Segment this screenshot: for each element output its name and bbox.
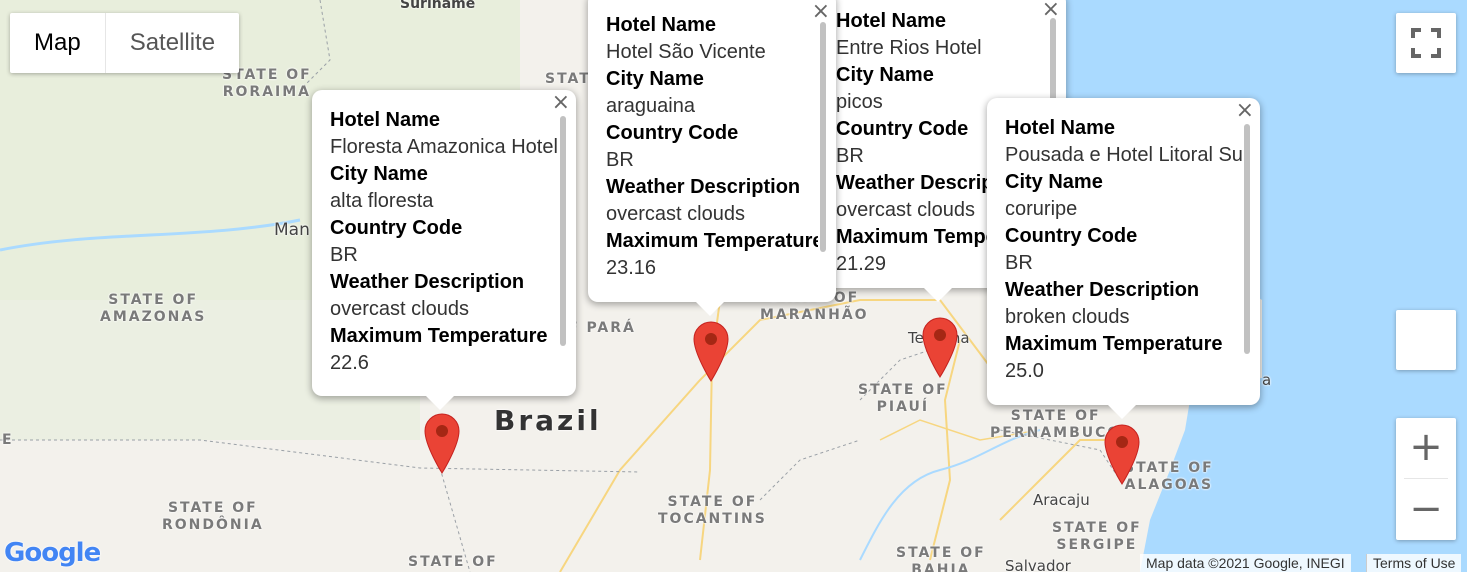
label-sergipe: STATE OF SERGIPE xyxy=(1052,520,1142,553)
field-label-country: Country Code xyxy=(330,217,463,239)
label-pernambuco: STATE OF PERNAMBUCO xyxy=(990,408,1122,441)
hotel-name: Floresta Amazonica Hotel xyxy=(330,136,558,158)
label-brazil: Brazil xyxy=(494,404,602,437)
info-window-scrollbar[interactable] xyxy=(560,116,566,346)
map-marker-alta-floresta[interactable] xyxy=(423,412,461,474)
field-label-hotel: Hotel Name xyxy=(1005,117,1116,139)
fullscreen-button[interactable] xyxy=(1396,13,1456,73)
field-label-weather: Weather Description xyxy=(606,176,801,198)
field-label-hotel: Hotel Name xyxy=(330,109,441,131)
map-canvas[interactable]: Suriname STATE OF RORAIMA STATE Man STAT… xyxy=(0,0,1467,572)
label-tocantins: STATE OF TOCANTINS xyxy=(658,494,767,527)
map-marker-coruripe[interactable] xyxy=(1103,423,1141,485)
info-window-scrollbar[interactable] xyxy=(1244,124,1250,354)
zoom-in-button[interactable]: + xyxy=(1404,418,1448,479)
close-icon[interactable]: × xyxy=(552,92,570,114)
weather-description: overcast clouds xyxy=(606,203,745,225)
label-edge-e: E xyxy=(2,432,14,448)
hotel-name: Hotel São Vicente xyxy=(606,41,766,63)
label-bahia: STATE OF BAHIA xyxy=(896,545,986,572)
field-label-city: City Name xyxy=(1005,171,1103,193)
max-temperature: 25.0 xyxy=(1005,360,1044,382)
label-aracaju: Aracaju xyxy=(1033,491,1090,509)
map-marker-picos[interactable] xyxy=(921,316,959,378)
terms-of-use-link[interactable]: Terms of Use xyxy=(1373,555,1455,571)
close-icon[interactable]: × xyxy=(812,1,830,23)
label-edge-a: a xyxy=(1262,371,1272,389)
info-window-tail xyxy=(1108,405,1136,419)
google-logo[interactable]: Google xyxy=(4,538,101,568)
info-window-tail xyxy=(696,302,724,316)
label-salvador: Salvador xyxy=(1005,557,1071,572)
info-window-alta-floresta: Hotel Name Floresta Amazonica Hotel City… xyxy=(312,90,576,410)
field-label-weather: Weather Description xyxy=(330,271,525,293)
field-label-city: City Name xyxy=(606,68,704,90)
close-icon[interactable]: × xyxy=(1042,0,1060,21)
field-label-temp: Maximum Temperature xyxy=(330,325,548,347)
field-label-hotel: Hotel Name xyxy=(836,10,947,32)
field-label-country: Country Code xyxy=(1005,225,1138,247)
map-type-map-button[interactable]: Map xyxy=(10,13,105,73)
label-suriname: Suriname xyxy=(400,0,476,12)
field-label-temp: Maximum Temperature xyxy=(606,230,818,252)
map-type-satellite-button[interactable]: Satellite xyxy=(104,13,239,73)
field-label-hotel: Hotel Name xyxy=(606,14,717,36)
info-window-tail xyxy=(426,396,454,410)
zoom-out-button[interactable]: − xyxy=(1396,479,1456,539)
country-code: BR xyxy=(606,149,634,171)
field-label-city: City Name xyxy=(836,64,934,86)
attribution: Map data ©2021 Google, INEGI xyxy=(1140,554,1351,572)
max-temperature: 22.6 xyxy=(330,352,369,374)
info-window-araguaina: Hotel Name Hotel São Vicente City Name a… xyxy=(588,0,836,316)
close-icon[interactable]: × xyxy=(1236,100,1254,122)
label-piaui: STATE OF PIAUÍ xyxy=(858,382,948,415)
country-code: BR xyxy=(1005,252,1033,274)
hotel-name: Pousada e Hotel Litoral Sul xyxy=(1005,144,1242,166)
label-manaus: Man xyxy=(274,220,310,240)
field-label-country: Country Code xyxy=(606,122,739,144)
country-code: BR xyxy=(330,244,358,266)
city-name: alta floresta xyxy=(330,190,434,212)
label-state-of-bottom: STATE OF xyxy=(408,554,498,570)
terms-of-use-link-wrap: Terms of Use xyxy=(1366,554,1462,572)
info-window-tail xyxy=(924,288,952,302)
label-para: F PARÁ xyxy=(568,320,636,336)
weather-description: overcast clouds xyxy=(330,298,469,320)
google-logo-text: Google xyxy=(4,538,101,568)
hotel-name: Entre Rios Hotel xyxy=(836,37,982,59)
max-temperature: 23.16 xyxy=(606,257,657,279)
map-marker-araguaina[interactable] xyxy=(692,320,730,382)
field-label-temp: Maximum Temperature xyxy=(1005,333,1223,355)
fullscreen-icon xyxy=(1411,28,1441,58)
label-rondonia: STATE OF RONDÔNIA xyxy=(162,500,264,533)
weather-description: broken clouds xyxy=(1005,306,1130,328)
city-name: araguaina xyxy=(606,95,695,117)
field-label-city: City Name xyxy=(330,163,428,185)
info-window-coruripe: Hotel Name Pousada e Hotel Litoral Sul C… xyxy=(987,98,1260,419)
map-type-control: Map Satellite xyxy=(10,13,240,73)
city-name: coruripe xyxy=(1005,198,1078,220)
zoom-control: + − xyxy=(1396,418,1456,540)
street-view-pegman-button[interactable] xyxy=(1396,310,1456,370)
info-window-scrollbar[interactable] xyxy=(820,22,826,252)
map-data-attribution: Map data ©2021 Google, INEGI xyxy=(1146,555,1345,571)
field-label-weather: Weather Description xyxy=(1005,279,1200,301)
label-amazonas: STATE OF AMAZONAS xyxy=(100,292,207,325)
